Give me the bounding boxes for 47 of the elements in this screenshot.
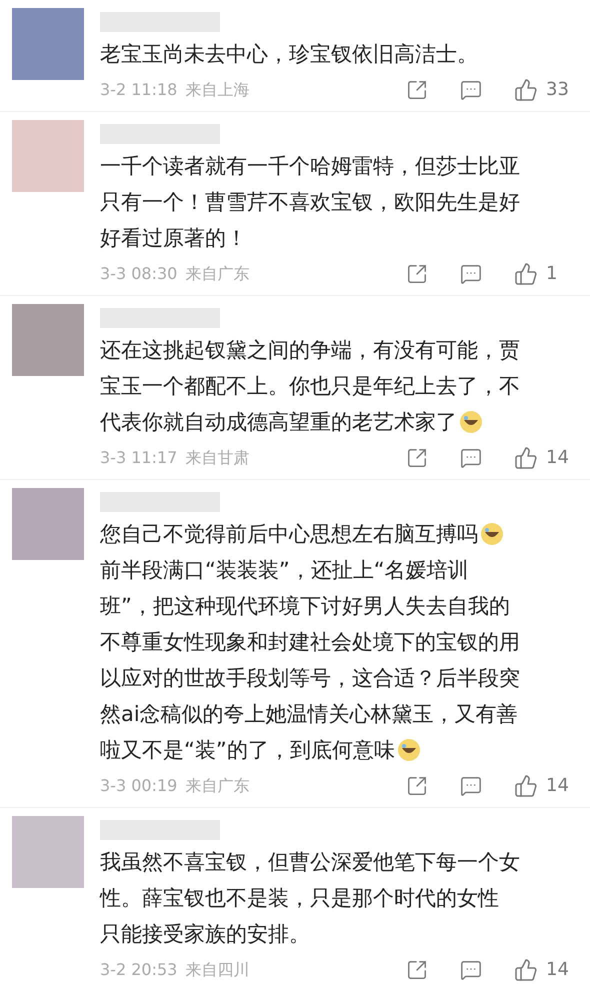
comment-text: 只能接受家族的安排。 xyxy=(100,921,310,948)
share-icon[interactable] xyxy=(406,446,428,468)
comment-text: 好看过原著的！ xyxy=(100,225,247,252)
like-icon[interactable] xyxy=(514,958,538,982)
comment-location: 来自广东 xyxy=(185,774,250,796)
comment-text: 以应对的世故手段划等号，这合适？后半段突 xyxy=(100,665,520,692)
share-icon[interactable] xyxy=(406,78,428,100)
comment-text: 您自己不觉得前后中心思想左右脑互搏吗 xyxy=(100,521,478,548)
comment-text: 然ai念稿似的夸上她温情关心林黛玉，又有善 xyxy=(100,701,518,728)
like-count: 14 xyxy=(546,446,570,470)
comment-text: 代表你就自动成德高望重的老艺术家了 xyxy=(100,409,457,436)
comment-time: 3-3 00:19 xyxy=(100,774,178,796)
like-icon[interactable] xyxy=(514,78,538,102)
share-icon[interactable] xyxy=(406,774,428,796)
comment-text: 宝玉一个都配不上。你也只是年纪上去了，不 xyxy=(100,373,520,400)
comment-text: 不尊重女性现象和封建社会处境下的宝钗的用 xyxy=(100,629,520,656)
comment-text: 老宝玉尚未去中心，珍宝钗依旧高洁士。 xyxy=(100,41,478,68)
share-icon[interactable] xyxy=(406,262,428,284)
comment-text: 只有一个！曹雪芹不喜欢宝钗，欧阳先生是好 xyxy=(100,189,520,216)
like-icon[interactable] xyxy=(514,262,538,286)
comment-location: 来自甘肃 xyxy=(185,446,250,468)
comment-time: 3-2 20:53 xyxy=(100,958,178,980)
comment-time: 3-3 08:30 xyxy=(100,262,178,284)
like-icon[interactable] xyxy=(514,774,538,798)
comment-icon[interactable] xyxy=(460,446,482,468)
comment-location: 来自广东 xyxy=(185,262,250,284)
comment-text: 一千个读者就有一千个哈姆雷特，但莎士比亚 xyxy=(100,153,520,180)
comment-icon[interactable] xyxy=(460,774,482,796)
like-icon[interactable] xyxy=(514,446,538,470)
like-count: 33 xyxy=(546,78,570,102)
comment-text: 性。薛宝钗也不是装，只是那个时代的女性 xyxy=(100,885,499,912)
like-count: 14 xyxy=(546,774,570,798)
share-icon[interactable] xyxy=(406,958,428,980)
comment-location: 来自四川 xyxy=(185,958,250,980)
comment-time: 3-2 11:18 xyxy=(100,78,178,100)
like-count: 1 xyxy=(546,262,558,286)
comment-icon[interactable] xyxy=(460,78,482,100)
like-count: 14 xyxy=(546,958,570,982)
comment-time: 3-3 11:17 xyxy=(100,446,178,468)
comment-icon[interactable] xyxy=(460,262,482,284)
comment-location: 来自上海 xyxy=(185,78,250,100)
comment-text: 还在这挑起钗黛之间的争端，有没有可能，贾 xyxy=(100,337,520,364)
comment-text: 前半段满口“装装装”，还扯上“名媛培训 xyxy=(100,557,469,584)
comment-text: 我虽然不喜宝钗，但曹公深爱他笔下每一个女 xyxy=(100,849,520,876)
comment-text: 啦又不是“装”的了，到底何意味 xyxy=(100,737,395,764)
comment-text: 班”，把这种现代环境下讨好男人失去自我的 xyxy=(100,593,510,620)
comment-icon[interactable] xyxy=(460,958,482,980)
